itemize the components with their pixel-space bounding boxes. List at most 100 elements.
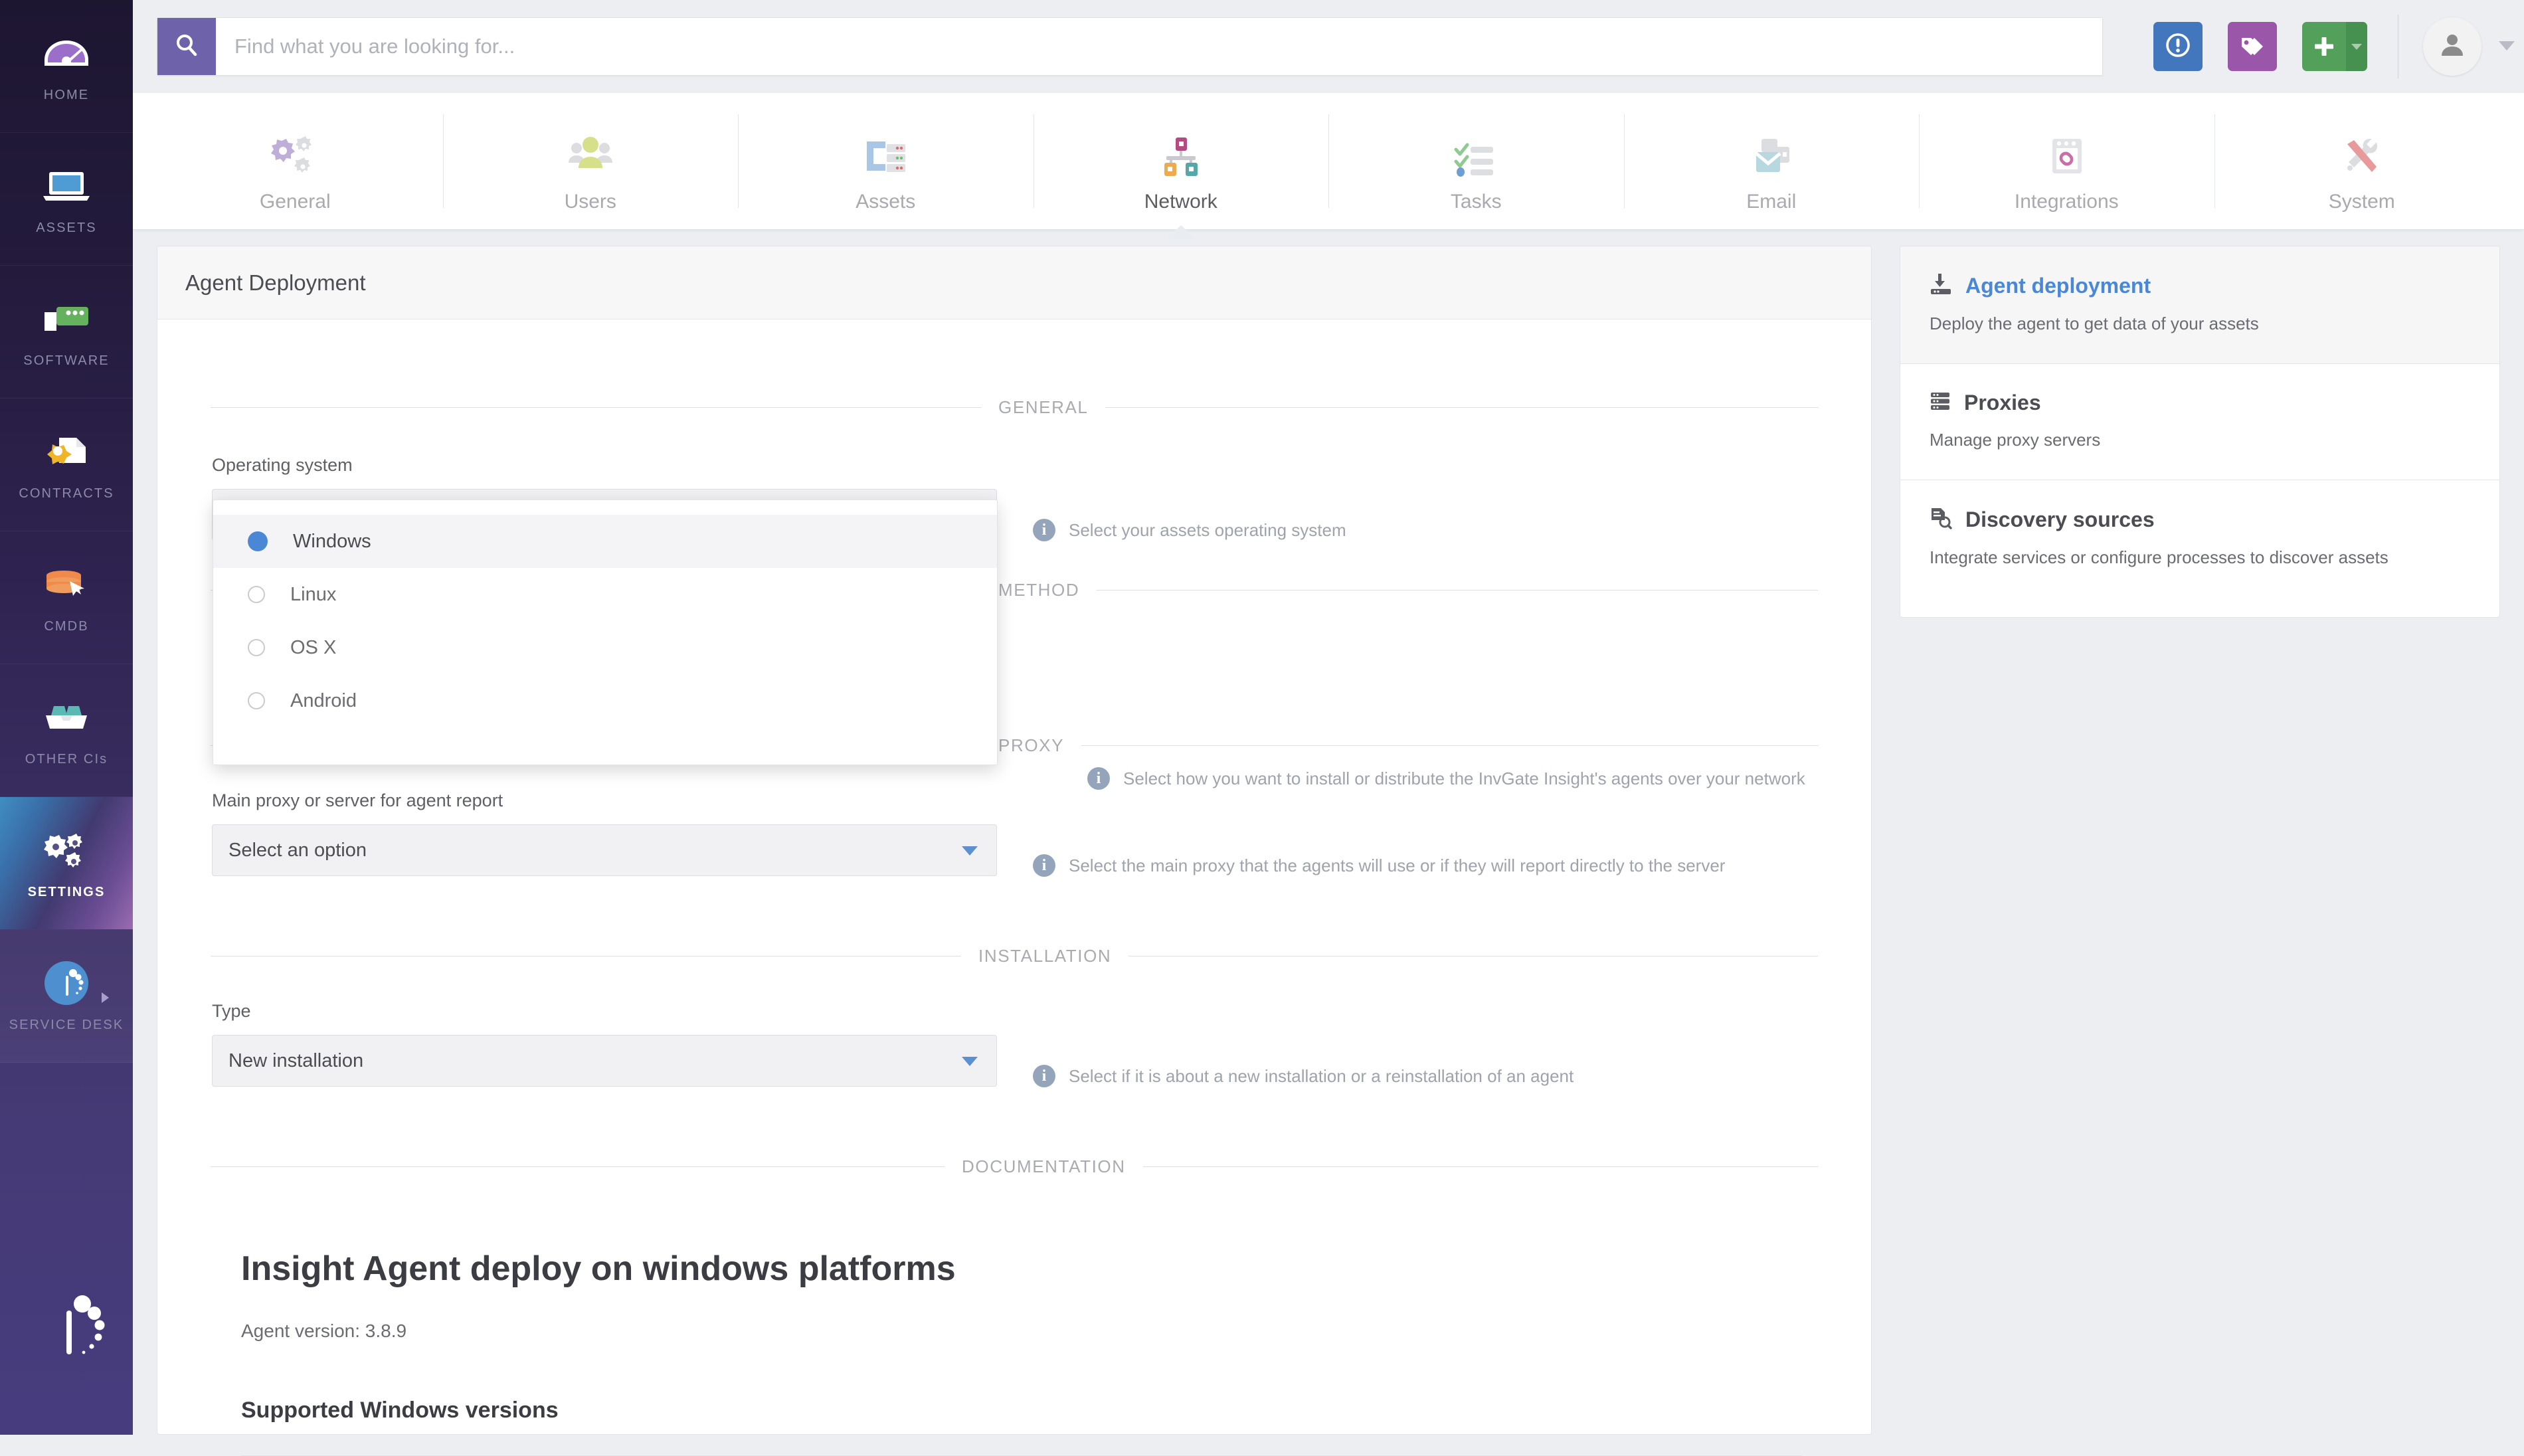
sidebar-item-label: OTHER CIs bbox=[25, 752, 108, 767]
laptop-icon bbox=[42, 162, 91, 210]
plus-icon bbox=[2302, 22, 2346, 71]
sidebar-item-label: CMDB bbox=[44, 619, 89, 634]
download-server-icon bbox=[1930, 273, 1952, 299]
divider-line bbox=[1097, 589, 1818, 591]
os-field-label: Operating system bbox=[212, 455, 353, 475]
os-option-osx[interactable]: OS X bbox=[213, 621, 997, 674]
sidebar-item-settings[interactable]: SETTINGS bbox=[0, 797, 133, 930]
radio-icon bbox=[248, 586, 265, 603]
tab-label: Email bbox=[1746, 190, 1797, 213]
search-button[interactable] bbox=[157, 18, 216, 75]
sidebar-item-assets[interactable]: ASSETS bbox=[0, 133, 133, 266]
users-group-icon bbox=[567, 116, 614, 177]
tab-label: Assets bbox=[856, 190, 916, 213]
contract-seal-icon bbox=[42, 428, 91, 476]
type-select[interactable]: New installation bbox=[212, 1035, 997, 1087]
section-label: DOCUMENTATION bbox=[962, 1156, 1126, 1176]
section-label: INSTALLATION bbox=[978, 945, 1112, 966]
envelope-icon bbox=[1748, 116, 1795, 177]
brand-logo bbox=[0, 1216, 133, 1435]
chevron-down-icon bbox=[962, 1057, 978, 1066]
tab-email[interactable]: Email bbox=[1623, 93, 1920, 229]
global-search bbox=[157, 17, 2103, 76]
sidebar-item-contracts[interactable]: CONTRACTS bbox=[0, 399, 133, 531]
network-nodes-icon bbox=[1158, 116, 1204, 177]
section-label: GENERAL bbox=[998, 397, 1089, 417]
panel-item-desc: Integrate services or configure processe… bbox=[1930, 547, 2389, 567]
sidebar-item-cmdb[interactable]: CMDB bbox=[0, 531, 133, 664]
search-input[interactable] bbox=[216, 18, 2102, 75]
tab-users[interactable]: Users bbox=[442, 93, 739, 229]
avatar[interactable] bbox=[2423, 17, 2481, 76]
settings-tabs: General Users Assets Network Tasks Email… bbox=[133, 93, 2524, 240]
panel-item-title: Proxies bbox=[1964, 391, 2041, 414]
sidebar-item-service-desk[interactable]: SERVICE DESK bbox=[0, 930, 133, 1063]
panel-item-head: Agent deployment bbox=[1930, 273, 2470, 299]
type-select-value: New installation bbox=[228, 1049, 364, 1071]
sidebar-item-other-cis[interactable]: OTHER CIs bbox=[0, 664, 133, 797]
chevron-right-icon bbox=[102, 992, 109, 1003]
alert-button[interactable] bbox=[2153, 22, 2203, 71]
os-option-windows[interactable]: Windows bbox=[213, 515, 997, 568]
os-option-label: OS X bbox=[290, 636, 337, 658]
insight-circle-icon bbox=[42, 959, 91, 1007]
section-label: METHOD bbox=[998, 579, 1080, 600]
section-divider-general: GENERAL bbox=[211, 397, 1818, 417]
search-icon bbox=[173, 32, 200, 62]
divider-line bbox=[1105, 407, 1818, 408]
proxy-select-value: Select an option bbox=[228, 839, 367, 861]
sidebar-item-software[interactable]: SOFTWARE bbox=[0, 266, 133, 399]
avatar-dropdown-caret[interactable] bbox=[2499, 41, 2515, 50]
panel-item-agent-deployment[interactable]: Agent deployment Deploy the agent to get… bbox=[1900, 246, 2499, 364]
tags-button[interactable] bbox=[2228, 22, 2277, 71]
tags-icon bbox=[2237, 30, 2268, 64]
sidebar-item-label: SETTINGS bbox=[27, 885, 106, 899]
info-icon: i bbox=[1033, 1065, 1055, 1087]
sidebar-item-label: SERVICE DESK bbox=[9, 1018, 124, 1032]
divider-line bbox=[211, 1166, 945, 1167]
hint-text: Select how you want to install or distri… bbox=[1123, 768, 1805, 788]
hint-text: Select the main proxy that the agents wi… bbox=[1069, 855, 1726, 875]
proxy-select[interactable]: Select an option bbox=[212, 824, 997, 876]
doc-subtitle: Supported Windows versions bbox=[241, 1398, 559, 1423]
add-dropdown-caret[interactable] bbox=[2346, 22, 2367, 71]
panel-item-discovery-sources[interactable]: Discovery sources Integrate services or … bbox=[1900, 480, 2499, 597]
info-icon: i bbox=[1033, 519, 1055, 541]
panel-item-head: Discovery sources bbox=[1930, 507, 2470, 533]
panel-item-desc: Deploy the agent to get data of your ass… bbox=[1930, 314, 2259, 333]
os-option-label: Android bbox=[290, 689, 357, 711]
sidebar-item-label: HOME bbox=[43, 88, 90, 102]
tab-label: Network bbox=[1144, 190, 1217, 213]
os-option-label: Windows bbox=[293, 530, 371, 552]
tab-tasks[interactable]: Tasks bbox=[1328, 93, 1624, 229]
tab-network[interactable]: Network bbox=[1033, 93, 1329, 240]
tab-system[interactable]: System bbox=[2214, 93, 2510, 229]
document-search-icon bbox=[1930, 507, 1952, 533]
tab-integrations[interactable]: Integrations bbox=[1919, 93, 2214, 229]
tab-assets[interactable]: Assets bbox=[738, 93, 1034, 229]
os-dropdown-menu[interactable]: Windows Linux OS X Android bbox=[213, 500, 998, 765]
tab-general[interactable]: General bbox=[147, 93, 443, 229]
database-click-icon bbox=[42, 561, 91, 608]
add-button[interactable] bbox=[2302, 22, 2367, 71]
panel-item-proxies[interactable]: Proxies Manage proxy servers bbox=[1900, 364, 2499, 480]
gears-icon bbox=[41, 826, 92, 874]
os-hint: i Select your assets operating system bbox=[1033, 519, 1346, 541]
integrations-link-icon bbox=[2044, 116, 2088, 177]
os-option-linux[interactable]: Linux bbox=[213, 568, 997, 621]
gears-icon bbox=[269, 116, 321, 177]
radio-icon bbox=[248, 639, 265, 656]
primary-sidebar: HOME ASSETS SOFTWARE CONTRACTS CMDB OTHE… bbox=[0, 0, 133, 1435]
sidebar-item-home[interactable]: HOME bbox=[0, 0, 133, 133]
os-option-android[interactable]: Android bbox=[213, 674, 997, 727]
speedometer-icon bbox=[43, 29, 90, 77]
divider-line bbox=[1081, 745, 1818, 746]
assets-rack-icon bbox=[860, 116, 911, 177]
radio-icon bbox=[248, 531, 268, 551]
type-hint: i Select if it is about a new installati… bbox=[1033, 1065, 1574, 1087]
tab-label: Tasks bbox=[1450, 190, 1502, 213]
panel-item-title: Agent deployment bbox=[1965, 274, 2151, 298]
info-icon: i bbox=[1033, 854, 1055, 877]
section-divider-installation: INSTALLATION bbox=[211, 945, 1818, 966]
card-header: Agent Deployment bbox=[157, 246, 1871, 319]
